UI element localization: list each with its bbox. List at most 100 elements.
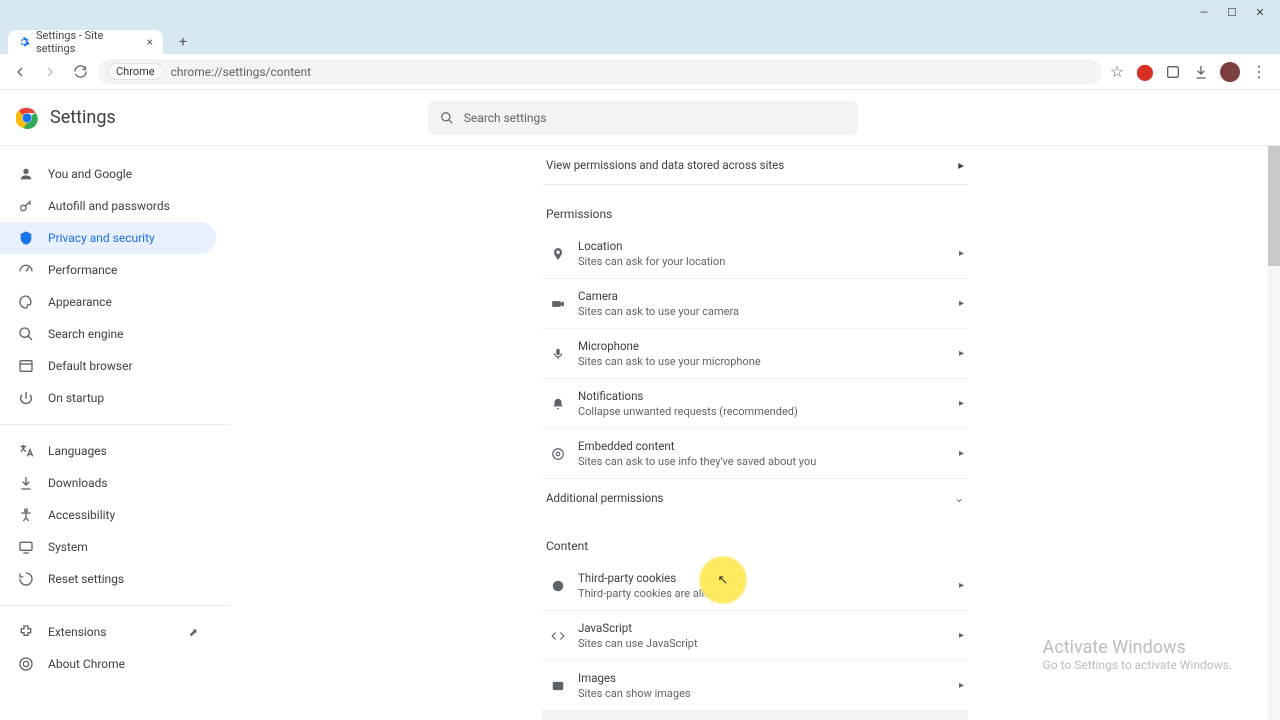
permission-embedded[interactable]: Embedded content Sites can ask to use inf…	[542, 429, 968, 479]
image-icon	[550, 678, 566, 694]
sidebar-label: Autofill and passwords	[48, 199, 170, 213]
reload-button[interactable]	[68, 60, 92, 84]
code-icon	[550, 628, 566, 644]
chevron-right-icon: ▸	[959, 680, 964, 691]
sidebar-item-autofill[interactable]: Autofill and passwords	[0, 190, 216, 222]
sidebar-item-downloads[interactable]: Downloads	[0, 467, 216, 499]
permission-location[interactable]: LocationSites can ask for your location …	[542, 229, 968, 279]
content-images[interactable]: Images Sites can show images ▸	[542, 661, 968, 711]
location-icon	[550, 246, 566, 262]
permission-camera[interactable]: CameraSites can ask to use your camera ▸	[542, 279, 968, 329]
star-icon[interactable]: ☆	[1108, 63, 1126, 81]
downloads-icon[interactable]	[1192, 63, 1210, 81]
sidebar-label: Languages	[48, 444, 107, 458]
permission-sub: Sites can ask to use your camera	[578, 305, 959, 318]
link-text: View permissions and data stored across …	[546, 158, 784, 172]
sidebar-item-default-browser[interactable]: Default browser	[0, 350, 216, 382]
browser-toolbar: Chrome chrome://settings/content ☆ ⬤ ⋮	[0, 54, 1280, 90]
extensions-icon[interactable]	[1164, 63, 1182, 81]
new-tab-button[interactable]: +	[171, 30, 195, 54]
shield-check-icon	[18, 230, 34, 246]
browser-icon	[18, 358, 34, 374]
address-bar[interactable]: Chrome chrome://settings/content	[98, 59, 1102, 85]
tab-close-icon[interactable]: ×	[147, 35, 153, 49]
sidebar-item-you-and-google[interactable]: You and Google	[0, 158, 216, 190]
system-icon	[18, 539, 34, 555]
chevron-right-icon: ▸	[959, 580, 964, 591]
sidebar-item-about[interactable]: About Chrome	[0, 648, 216, 680]
sidebar-label: Performance	[48, 263, 117, 277]
sidebar-label: Privacy and security	[48, 231, 155, 245]
search-settings-input[interactable]: Search settings	[428, 101, 858, 135]
browser-tab[interactable]: Settings - Site settings ×	[8, 30, 163, 54]
content-heading: Content	[546, 539, 964, 553]
content-javascript[interactable]: JavaScriptSites can use JavaScript ▸	[542, 611, 968, 661]
tab-strip: Settings - Site settings × +	[0, 24, 1280, 54]
sidebar-item-search-engine[interactable]: Search engine	[0, 318, 216, 350]
permission-title: Camera	[578, 289, 959, 303]
sidebar-item-privacy[interactable]: Privacy and security	[0, 222, 216, 254]
chevron-right-icon: ▸	[959, 448, 964, 459]
expand-label: Additional permissions	[546, 491, 664, 505]
url-chip: Chrome	[108, 63, 163, 80]
sidebar-item-reset[interactable]: Reset settings	[0, 563, 216, 595]
page-title: Settings	[50, 107, 116, 128]
permission-title: Embedded content	[578, 439, 959, 453]
tab-title: Settings - Site settings	[36, 29, 141, 55]
settings-sidebar: You and Google Autofill and passwords Pr…	[0, 146, 230, 720]
chevron-right-icon: ▸	[958, 158, 964, 172]
permission-sub: Sites can ask to use info they've saved …	[578, 455, 959, 468]
search-icon	[18, 326, 34, 342]
sidebar-item-system[interactable]: System	[0, 531, 216, 563]
shield-icon[interactable]: ⬤	[1136, 63, 1154, 81]
chrome-icon	[18, 656, 34, 672]
chevron-right-icon: ▸	[959, 398, 964, 409]
sidebar-label: Default browser	[48, 359, 133, 373]
sidebar-item-appearance[interactable]: Appearance	[0, 286, 216, 318]
content-sub: Sites can show images	[578, 687, 959, 700]
minimize-button[interactable]: —	[1190, 4, 1218, 20]
sidebar-item-accessibility[interactable]: Accessibility	[0, 499, 216, 531]
sidebar-label: Search engine	[48, 327, 123, 341]
content-title: JavaScript	[578, 621, 959, 635]
content-sub: Third-party cookies are allowed	[578, 587, 959, 600]
camera-icon	[550, 296, 566, 312]
back-button[interactable]	[8, 60, 32, 84]
sidebar-label: Reset settings	[48, 572, 124, 586]
content-popups[interactable]: Pop-ups and redirectsSites can send pop-…	[542, 711, 968, 720]
scrollbar[interactable]	[1268, 146, 1280, 720]
sidebar-label: You and Google	[48, 167, 132, 181]
permission-sub: Sites can ask to use your microphone	[578, 355, 959, 368]
sidebar-item-extensions[interactable]: Extensions⬈	[0, 616, 216, 648]
sidebar-item-languages[interactable]: Languages	[0, 435, 216, 467]
person-icon	[18, 166, 34, 182]
sidebar-item-performance[interactable]: Performance	[0, 254, 216, 286]
accessibility-icon	[18, 507, 34, 523]
menu-icon[interactable]: ⋮	[1250, 63, 1268, 81]
maximize-button[interactable]: ☐	[1218, 4, 1246, 20]
settings-main: View permissions and data stored across …	[230, 146, 1280, 720]
content-title: Images	[578, 671, 959, 685]
sidebar-item-on-startup[interactable]: On startup	[0, 382, 216, 414]
permission-title: Microphone	[578, 339, 959, 353]
view-permissions-link[interactable]: View permissions and data stored across …	[542, 146, 968, 185]
permission-sub: Collapse unwanted requests (recommended)	[578, 405, 959, 418]
sidebar-label: Extensions	[48, 625, 106, 639]
permission-microphone[interactable]: Microphone Sites can ask to use your micr…	[542, 329, 968, 379]
additional-permissions-expand[interactable]: Additional permissions ⌄	[542, 479, 968, 517]
scrollbar-thumb[interactable]	[1268, 146, 1280, 266]
permission-title: Location	[578, 239, 959, 253]
permissions-heading: Permissions	[546, 207, 964, 221]
profile-avatar[interactable]	[1220, 62, 1240, 82]
chevron-right-icon: ▸	[959, 348, 964, 359]
sidebar-label: Accessibility	[48, 508, 115, 522]
power-icon	[18, 390, 34, 406]
reset-icon	[18, 571, 34, 587]
sidebar-label: Appearance	[48, 295, 112, 309]
content-cookies[interactable]: Third-party cookiesThird-party cookies a…	[542, 561, 968, 611]
forward-button[interactable]	[38, 60, 62, 84]
search-icon	[440, 111, 454, 125]
watermark-line2: Go to Settings to activate Windows.	[1043, 658, 1232, 672]
close-window-button[interactable]: ✕	[1246, 4, 1274, 20]
permission-notifications[interactable]: NotificationsCollapse unwanted requests …	[542, 379, 968, 429]
